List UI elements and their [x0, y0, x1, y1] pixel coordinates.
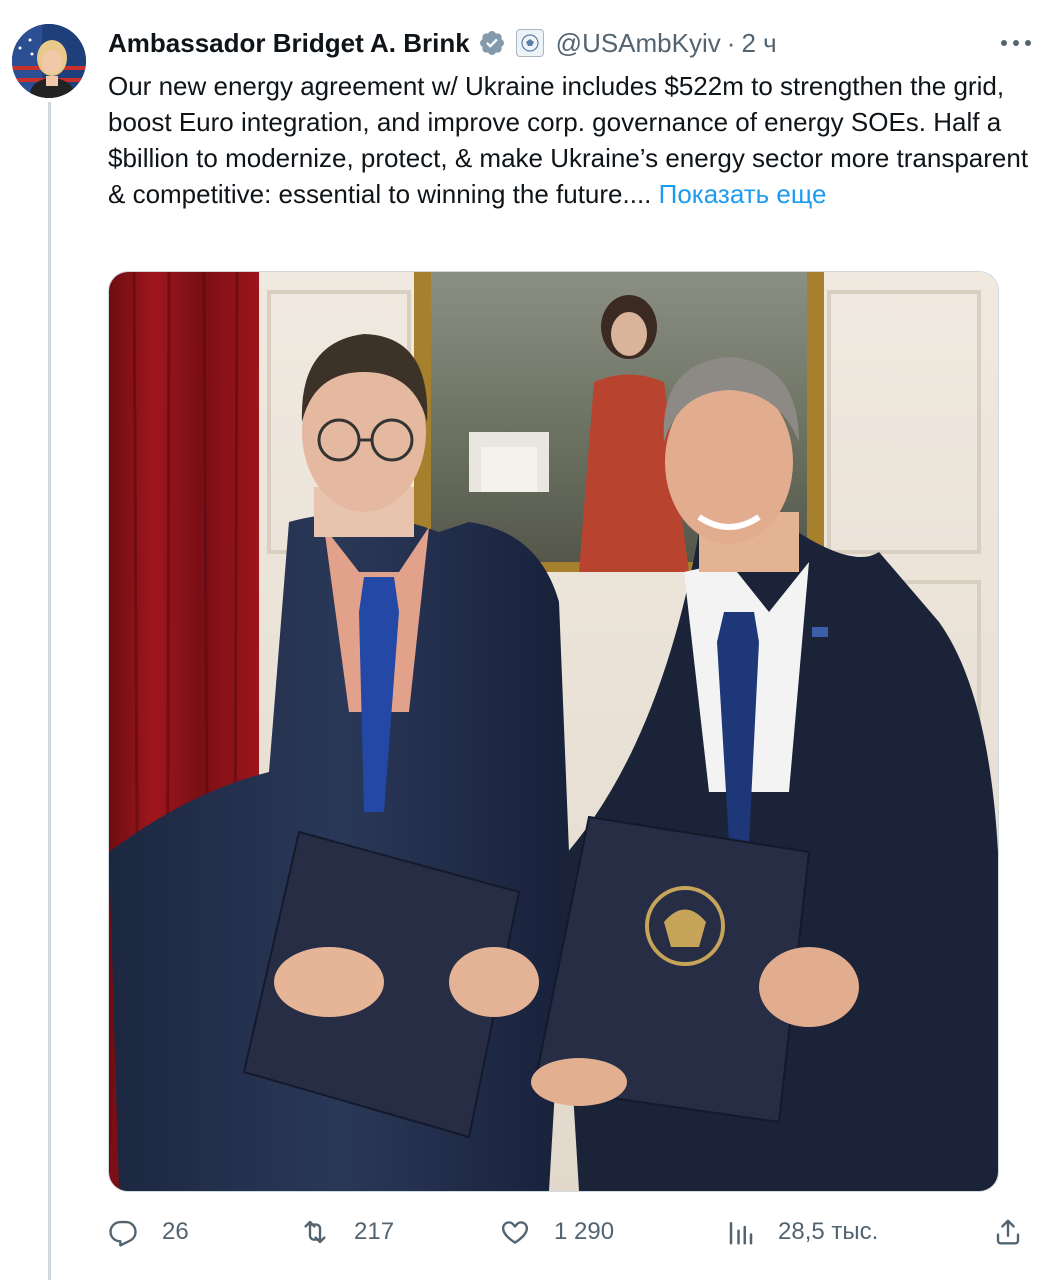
action-bar: 26 217 1 290 28,5 тыс.	[108, 1210, 1023, 1254]
reply-button[interactable]: 26	[108, 1210, 189, 1254]
avatar[interactable]	[12, 24, 86, 98]
timestamp[interactable]: 2 ч	[741, 28, 776, 59]
more-dots-icon[interactable]	[1001, 36, 1031, 50]
tweet-body: Our new energy agreement w/ Ukraine incl…	[108, 71, 1029, 209]
heart-icon	[501, 1221, 529, 1244]
reply-count: 26	[162, 1218, 189, 1245]
author-handle[interactable]: @USAmbKyiv	[556, 28, 721, 59]
author-name[interactable]: Ambassador Bridget A. Brink	[108, 28, 470, 59]
like-button[interactable]: 1 290	[500, 1210, 614, 1254]
tweet-photo[interactable]	[108, 271, 999, 1192]
views-count: 28,5 тыс.	[778, 1218, 879, 1245]
retweet-count: 217	[354, 1218, 395, 1245]
verified-badge-icon[interactable]	[478, 29, 506, 57]
tweet-text: Our new energy agreement w/ Ukraine incl…	[108, 68, 1033, 212]
thread-line	[48, 102, 51, 1280]
like-count: 1 290	[554, 1218, 615, 1245]
retweet-button[interactable]: 217	[300, 1210, 394, 1254]
share-icon	[996, 1219, 1020, 1245]
reply-icon	[109, 1220, 137, 1247]
show-more-link[interactable]: Показать еще	[659, 179, 827, 209]
tweet-header: Ambassador Bridget A. Brink @USAmbKyiv ·…	[108, 26, 1033, 60]
separator: ·	[726, 27, 736, 58]
views-button[interactable]: 28,5 тыс.	[726, 1210, 878, 1254]
retweet-icon	[304, 1220, 326, 1244]
share-button[interactable]	[993, 1210, 1023, 1254]
state-department-seal-icon[interactable]	[515, 29, 544, 57]
views-chart-icon	[729, 1222, 753, 1245]
